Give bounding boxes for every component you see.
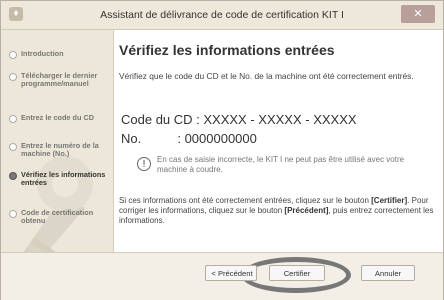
certify-reference: [Certifier]: [371, 196, 408, 205]
step-bullet-icon: [9, 73, 17, 81]
previous-reference: [Précédent]: [284, 206, 329, 215]
sidebar-item-label: Télécharger le dernier programme/manuel: [21, 71, 98, 88]
cancel-button[interactable]: Annuler: [361, 265, 415, 281]
close-button[interactable]: ✕: [401, 5, 435, 23]
warning-icon: !: [137, 157, 151, 171]
window-title: Assistant de délivrance de code de certi…: [100, 9, 344, 21]
cd-code-value: Code du CD : XXXXX - XXXXX - XXXXX: [121, 112, 357, 127]
sidebar-item-label: Introduction: [21, 49, 64, 58]
step-bullet-icon: [9, 51, 17, 59]
wizard-content: Introduction Télécharger le dernier prog…: [1, 30, 443, 252]
sidebar-item-label: Vérifiez les informations entrées: [21, 170, 106, 187]
sidebar-item-label: Entrez le numéro de la machine (No.): [21, 141, 99, 158]
certify-button[interactable]: Certifier: [269, 265, 325, 281]
page-title: Vérifiez les informations entrées: [119, 42, 335, 58]
machine-number-value: No. : 0000000000: [121, 131, 257, 146]
previous-button[interactable]: < Précédent: [205, 265, 257, 281]
instruction-part-1: Si ces informations ont été correctement…: [119, 196, 372, 205]
main-panel: Vérifiez les informations entrées Vérifi…: [113, 30, 443, 252]
step-bullet-icon: [9, 210, 17, 218]
title-bar: ♦ Assistant de délivrance de code de cer…: [1, 1, 443, 30]
step-bullet-icon: [9, 115, 17, 123]
sidebar-item-label: Code de certification obtenu: [21, 208, 94, 225]
button-bar: < Précédent Certifier Annuler: [1, 252, 443, 300]
certification-wizard-window: ♦ Assistant de délivrance de code de cer…: [0, 0, 444, 300]
steps-sidebar: Introduction Télécharger le dernier prog…: [1, 30, 114, 252]
warning-note: En cas de saisie incorrecte, le KIT I ne…: [157, 155, 405, 174]
step-bullet-icon: [9, 143, 17, 151]
instructions-text: Si ces informations ont été correctement…: [119, 196, 435, 226]
intro-text: Vérifiez que le code du CD et le No. de …: [119, 71, 414, 81]
step-bullet-icon: [9, 172, 17, 180]
sidebar-item-label: Entrez le code du CD: [21, 113, 94, 122]
